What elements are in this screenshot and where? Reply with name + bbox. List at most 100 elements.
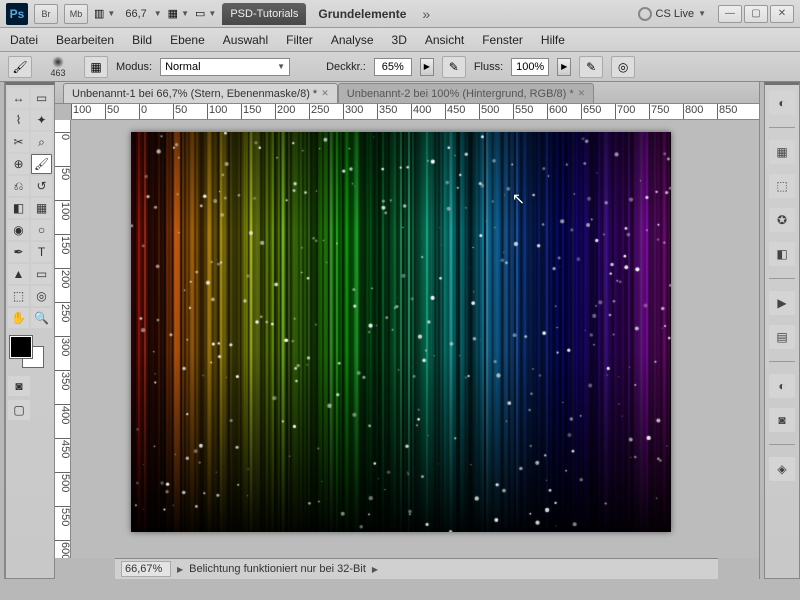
tool-preset-icon[interactable]: 🖌: [8, 56, 32, 78]
menu-fenster[interactable]: Fenster: [482, 33, 523, 47]
chevron-down-icon: ▼: [154, 9, 162, 18]
flow-input[interactable]: 100%: [511, 58, 549, 76]
menu-bild[interactable]: Bild: [132, 33, 152, 47]
brush-panel-button[interactable]: ◐: [769, 374, 795, 398]
stamp-tool[interactable]: ⎌: [8, 176, 29, 196]
workspace: ↔▭ ⌇✦ ✂⌕ ⊕🖌 ⎌↺ ◧▦ ◉○ ✒T ▲▭ ⬚◎ ✋🔍 ◙ ▢ Unb…: [0, 82, 800, 579]
close-icon[interactable]: ✕: [578, 88, 586, 99]
histogram-panel-button[interactable]: ▤: [769, 325, 795, 349]
color-swatches[interactable]: [8, 336, 50, 372]
zoom-dropdown[interactable]: 66,7▼: [121, 8, 161, 20]
menu-ebene[interactable]: Ebene: [170, 33, 205, 47]
close-button[interactable]: ✕: [770, 5, 794, 23]
menu-hilfe[interactable]: Hilfe: [541, 33, 565, 47]
menu-datei[interactable]: Datei: [10, 33, 38, 47]
flow-arrow[interactable]: ▶: [557, 58, 571, 76]
menu-filter[interactable]: Filter: [286, 33, 313, 47]
blend-mode-select[interactable]: Normal▼: [160, 58, 290, 76]
workspace-more-icon[interactable]: »: [418, 6, 434, 22]
opacity-input[interactable]: 65%: [374, 58, 412, 76]
opacity-pressure-button[interactable]: ✎: [442, 56, 466, 78]
menu-auswahl[interactable]: Auswahl: [223, 33, 268, 47]
3d-tool[interactable]: ⬚: [8, 286, 29, 306]
status-arrow-icon[interactable]: ▶: [177, 565, 183, 574]
bridge-button[interactable]: Br: [34, 4, 58, 24]
close-icon[interactable]: ✕: [321, 88, 329, 99]
brush-panel-button[interactable]: ▦: [84, 56, 108, 78]
styles-panel-button[interactable]: ⬚: [769, 174, 795, 198]
cslive-button[interactable]: CS Live ▼: [638, 7, 706, 21]
panel-dock: ◐ ▦ ⬚ ✪ ◧ ▶ ▤ ◐ ◙ ◈: [764, 82, 800, 579]
chevron-down-icon: ▼: [181, 9, 189, 18]
hand-tool[interactable]: ✋: [8, 308, 29, 328]
menu-bearbeiten[interactable]: Bearbeiten: [56, 33, 114, 47]
document-tab-2[interactable]: Unbenannt-2 bei 100% (Hintergrund, RGB/8…: [338, 83, 594, 103]
document-tab-1[interactable]: Unbenannt-1 bei 66,7% (Stern, Ebenenmask…: [63, 83, 338, 103]
screenmode-dropdown[interactable]: ▭▼: [195, 7, 216, 20]
heal-tool[interactable]: ⊕: [8, 154, 29, 174]
gradient-tool[interactable]: ▦: [31, 198, 52, 218]
masks-panel-button[interactable]: ◧: [769, 242, 795, 266]
quickmask-button[interactable]: ◙: [8, 376, 30, 396]
opacity-label: Deckkr.:: [326, 61, 366, 73]
titlebar: Ps Br Mb ▥▼ 66,7▼ ▦▼ ▭▼ PSD-Tutorials Gr…: [0, 0, 800, 28]
ruler-vertical[interactable]: 050100150200250300350400450500550600: [55, 120, 71, 558]
menu-analyse[interactable]: Analyse: [331, 33, 374, 47]
airbrush-button[interactable]: ✎: [579, 56, 603, 78]
menubar: Datei Bearbeiten Bild Ebene Auswahl Filt…: [0, 28, 800, 52]
type-tool[interactable]: T: [31, 242, 52, 262]
move-tool[interactable]: ↔: [8, 88, 29, 108]
lasso-tool[interactable]: ⌇: [8, 110, 29, 130]
workspace-tab-psdtutorials[interactable]: PSD-Tutorials: [222, 3, 306, 25]
adjustments-panel-button[interactable]: ✪: [769, 208, 795, 232]
tablet-pressure-button[interactable]: ◎: [611, 56, 635, 78]
canvas-artwork: [131, 132, 671, 532]
eyedropper-tool[interactable]: ⌕: [31, 132, 52, 152]
camera-panel-button[interactable]: ◙: [769, 408, 795, 432]
workspace-tab-grundelemente[interactable]: Grundelemente: [312, 7, 412, 21]
marquee-tool[interactable]: ▭: [31, 88, 52, 108]
menu-3d[interactable]: 3D: [392, 33, 407, 47]
minimize-button[interactable]: —: [718, 5, 742, 23]
brush-tool[interactable]: 🖌: [31, 154, 52, 174]
zoom-tool[interactable]: 🔍: [31, 308, 52, 328]
brush-preview[interactable]: 463: [40, 56, 76, 78]
pen-tool[interactable]: ✒: [8, 242, 29, 262]
flow-label: Fluss:: [474, 61, 503, 73]
screenmode-button[interactable]: ▢: [8, 400, 30, 420]
layers-panel-button[interactable]: ◈: [769, 457, 795, 481]
color-panel-button[interactable]: ◐: [769, 91, 795, 115]
foreground-color-swatch[interactable]: [10, 336, 32, 358]
shape-tool[interactable]: ▭: [31, 264, 52, 284]
wand-tool[interactable]: ✦: [31, 110, 52, 130]
maximize-button[interactable]: ▢: [744, 5, 768, 23]
status-arrow-icon[interactable]: ▶: [372, 565, 378, 574]
arrange-dropdown[interactable]: ▦▼: [168, 7, 189, 20]
app-logo: Ps: [6, 3, 28, 25]
view-extras-dropdown[interactable]: ▥▼: [94, 7, 115, 20]
swatches-panel-button[interactable]: ▦: [769, 140, 795, 164]
canvas-viewport[interactable]: ↖: [71, 120, 759, 558]
eraser-tool[interactable]: ◧: [8, 198, 29, 218]
ruler-horizontal[interactable]: 1005005010015020025030035040045050055060…: [71, 104, 759, 120]
grid-icon: ▦: [168, 7, 178, 20]
minibridge-button[interactable]: Mb: [64, 4, 88, 24]
path-select-tool[interactable]: ▲: [8, 264, 29, 284]
options-bar: 🖌 463 ▦ Modus: Normal▼ Deckkr.: 65% ▶ ✎ …: [0, 52, 800, 82]
status-zoom-input[interactable]: 66,67%: [121, 561, 171, 577]
dodge-tool[interactable]: ○: [31, 220, 52, 240]
3d-camera-tool[interactable]: ◎: [31, 286, 52, 306]
opacity-arrow[interactable]: ▶: [420, 58, 434, 76]
cslive-icon: [638, 7, 652, 21]
play-panel-button[interactable]: ▶: [769, 291, 795, 315]
brush-dot-icon: [52, 56, 64, 68]
document-tabs: Unbenannt-1 bei 66,7% (Stern, Ebenenmask…: [55, 82, 759, 104]
history-brush-tool[interactable]: ↺: [31, 176, 52, 196]
chevron-down-icon: ▼: [208, 9, 216, 18]
crop-tool[interactable]: ✂: [8, 132, 29, 152]
screen-icon: ▭: [195, 7, 205, 20]
blur-tool[interactable]: ◉: [8, 220, 29, 240]
menu-ansicht[interactable]: Ansicht: [425, 33, 464, 47]
toolbox: ↔▭ ⌇✦ ✂⌕ ⊕🖌 ⎌↺ ◧▦ ◉○ ✒T ▲▭ ⬚◎ ✋🔍 ◙ ▢: [5, 82, 55, 579]
status-message: Belichtung funktioniert nur bei 32-Bit: [189, 563, 366, 575]
